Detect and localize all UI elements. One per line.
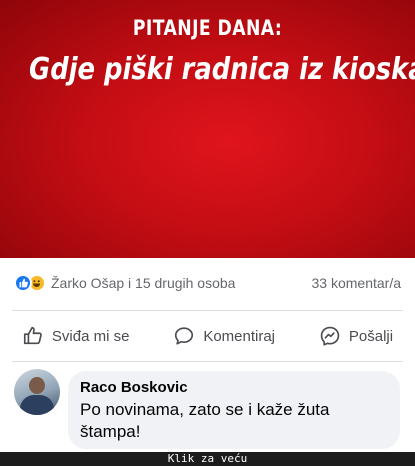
share-button[interactable]: Pošalji: [319, 325, 393, 347]
question-title: Gdje piški radnica iz kioska?: [29, 52, 415, 87]
question-label: PITANJE DANA:: [132, 16, 283, 40]
messenger-icon: [320, 326, 340, 346]
comments-count[interactable]: 33 komentar/a: [312, 275, 402, 291]
comment: Raco Boskovic Po novinama, zato se i kaž…: [12, 367, 405, 452]
thumbs-up-icon: [23, 326, 42, 345]
post-actions: Sviđa mi se Komentiraj Pošalji: [0, 313, 415, 359]
comment-author[interactable]: Raco Boskovic: [80, 379, 388, 396]
reactions-summary[interactable]: Žarko Ošap i 15 drugih osoba: [51, 275, 312, 291]
enlarge-link[interactable]: Klik za veću: [0, 452, 415, 466]
divider: [12, 310, 403, 311]
comment-button[interactable]: Komentiraj: [173, 325, 275, 347]
comment-text: Po novinama, zato se i kaže žuta štampa!: [80, 400, 330, 441]
like-button-label: Sviđa mi se: [51, 327, 130, 345]
post-image[interactable]: PITANJE DANA: Gdje piški radnica iz kios…: [0, 0, 415, 258]
like-icon: [14, 274, 32, 292]
avatar[interactable]: [14, 369, 60, 415]
like-button[interactable]: Sviđa mi se: [22, 325, 130, 347]
share-button-label: Pošalji: [348, 327, 394, 345]
reaction-icons[interactable]: [14, 274, 46, 292]
comment-button-label: Komentiraj: [203, 327, 276, 345]
reactions-bar: Žarko Ošap i 15 drugih osoba 33 komentar…: [0, 258, 415, 308]
divider: [12, 361, 403, 362]
comment-icon: [175, 327, 194, 345]
comment-bubble: Raco Boskovic Po novinama, zato se i kaž…: [68, 371, 400, 449]
